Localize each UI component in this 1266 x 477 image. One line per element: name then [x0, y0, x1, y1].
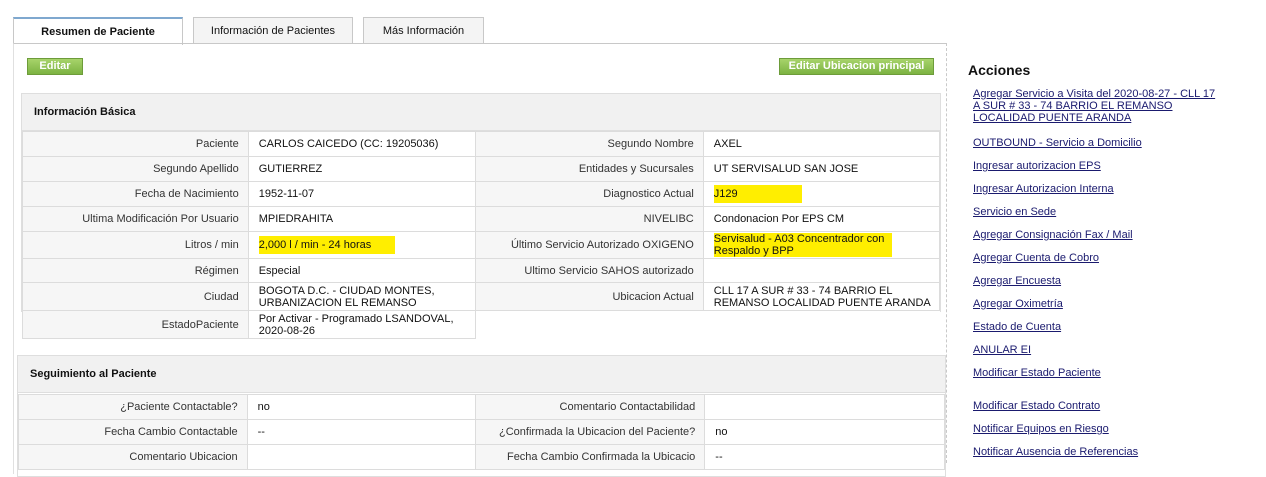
field-value: Especial — [247, 258, 477, 283]
field-value: GUTIERREZ — [247, 156, 477, 182]
empty-cell — [703, 310, 940, 339]
action-link[interactable]: Agregar Oximetría — [973, 298, 1063, 310]
field-value: -- — [704, 444, 945, 470]
field-label: Segundo Nombre — [475, 131, 704, 157]
panel-divider — [946, 43, 947, 463]
section-title: Información Básica — [34, 106, 136, 118]
field-value: Condonacion Por EPS CM — [702, 206, 941, 232]
table-row: Régimen Especial Ultimo Servicio SAHOS a… — [22, 258, 941, 283]
empty-cell — [475, 310, 704, 339]
field-value: Por Activar - Programado LSANDOVAL, 2020… — [247, 310, 477, 339]
table-row: Fecha Cambio Contactable -- ¿Confirmada … — [18, 419, 945, 445]
table-row: Litros / min 2,000 l / min - 24 horas Úl… — [22, 231, 941, 259]
table-row: Paciente CARLOS CAICEDO (CC: 19205036) S… — [22, 131, 941, 157]
table-row: Segundo Apellido GUTIERREZ Entidades y S… — [22, 156, 941, 182]
diagnosis-value: J129 — [713, 185, 802, 203]
field-value — [246, 444, 477, 470]
field-label: Diagnostico Actual — [475, 181, 704, 207]
field-value: BOGOTA D.C. - CIUDAD MONTES, URBANIZACIO… — [247, 282, 477, 311]
field-label: Fecha de Nacimiento — [22, 181, 249, 207]
action-link[interactable]: Estado de Cuenta — [973, 321, 1061, 333]
section-header: Información Básica — [22, 94, 940, 131]
field-label: EstadoPaciente — [22, 310, 249, 339]
action-link[interactable]: Modificar Estado Paciente — [973, 367, 1101, 379]
field-value: no — [704, 419, 945, 445]
field-label: Entidades y Sucursales — [475, 156, 704, 182]
tab-bar: Resumen de Paciente Información de Pacie… — [13, 17, 488, 45]
table-row: Fecha de Nacimiento 1952-11-07 Diagnosti… — [22, 181, 941, 207]
field-value: MPIEDRAHITA — [247, 206, 477, 232]
field-value — [704, 394, 945, 420]
action-link[interactable]: Notificar Ausencia de Referencias — [973, 446, 1138, 458]
basic-info-section: Información Básica Paciente CARLOS CAICE… — [21, 93, 941, 339]
field-label: ¿Confirmada la Ubicacion del Paciente? — [475, 419, 706, 445]
field-label: Ultima Modificación Por Usuario — [22, 206, 249, 232]
action-link[interactable]: Ingresar autorizacion EPS — [973, 160, 1101, 172]
edit-button[interactable]: Editar — [27, 58, 83, 75]
tab-resumen-paciente[interactable]: Resumen de Paciente — [13, 17, 183, 45]
field-value: CLL 17 A SUR # 33 - 74 BARRIO EL REMANSO… — [702, 282, 941, 311]
field-label: Paciente — [22, 131, 249, 157]
tab-informacion-pacientes[interactable]: Información de Pacientes — [193, 17, 353, 43]
table-row: EstadoPaciente Por Activar - Programado … — [22, 310, 940, 339]
field-label: Comentario Ubicacion — [18, 444, 248, 470]
field-value: UT SERVISALUD SAN JOSE — [702, 156, 941, 182]
action-link[interactable]: Notificar Equipos en Riesgo — [973, 423, 1109, 435]
field-label: Segundo Apellido — [22, 156, 249, 182]
field-label: Ciudad — [22, 282, 249, 311]
section-title: Seguimiento al Paciente — [30, 368, 157, 380]
field-value — [702, 258, 941, 283]
field-value: 1952-11-07 — [247, 181, 477, 207]
field-label: Fecha Cambio Contactable — [18, 419, 248, 445]
liters-value: 2,000 l / min - 24 horas — [258, 236, 395, 254]
tracking-table: ¿Paciente Contactable? no Comentario Con… — [18, 394, 945, 470]
field-label: ¿Paciente Contactable? — [18, 394, 248, 420]
edit-main-location-button[interactable]: Editar Ubicacion principal — [779, 58, 934, 75]
field-value-cell: Servisalud - A03 Concentrador con Respal… — [702, 231, 941, 259]
actions-title: Acciones — [968, 62, 1031, 78]
action-link[interactable]: ANULAR EI — [973, 344, 1031, 356]
action-link[interactable]: Servicio en Sede — [973, 206, 1056, 218]
field-label: NIVELIBC — [475, 206, 704, 232]
action-link[interactable]: Agregar Encuesta — [973, 275, 1061, 287]
basic-info-table: Paciente CARLOS CAICEDO (CC: 19205036) S… — [22, 131, 941, 339]
field-value: CARLOS CAICEDO (CC: 19205036) — [247, 131, 477, 157]
section-header: Seguimiento al Paciente — [18, 356, 945, 393]
field-value: AXEL — [702, 131, 941, 157]
action-link[interactable]: Agregar Servicio a Visita del 2020-08-27… — [973, 88, 1223, 124]
field-value: no — [246, 394, 477, 420]
action-link[interactable]: Agregar Cuenta de Cobro — [973, 252, 1099, 264]
action-link[interactable]: Ingresar Autorizacion Interna — [973, 183, 1114, 195]
table-row: Comentario Ubicacion Fecha Cambio Confir… — [18, 444, 945, 470]
field-label: Último Servicio Autorizado OXIGENO — [475, 231, 704, 259]
field-value-cell: 2,000 l / min - 24 horas — [247, 231, 477, 259]
table-row: ¿Paciente Contactable? no Comentario Con… — [18, 394, 945, 420]
action-link[interactable]: Agregar Consignación Fax / Mail — [973, 229, 1133, 241]
field-label: Ultimo Servicio SAHOS autorizado — [475, 258, 704, 283]
patient-tracking-section: Seguimiento al Paciente ¿Paciente Contac… — [17, 355, 946, 477]
field-label: Régimen — [22, 258, 249, 283]
action-link[interactable]: Modificar Estado Contrato — [973, 400, 1100, 412]
table-row: Ultima Modificación Por Usuario MPIEDRAH… — [22, 206, 941, 232]
field-value: -- — [246, 419, 477, 445]
action-link[interactable]: OUTBOUND - Servicio a Domicilio — [973, 137, 1142, 149]
field-value-cell: J129 — [702, 181, 941, 207]
field-label: Fecha Cambio Confirmada la Ubicacio — [475, 444, 706, 470]
field-label: Litros / min — [22, 231, 249, 259]
field-label: Comentario Contactabilidad — [475, 394, 706, 420]
field-label: Ubicacion Actual — [475, 282, 704, 311]
table-row: Ciudad BOGOTA D.C. - CIUDAD MONTES, URBA… — [22, 282, 941, 311]
last-oxygen-service-value: Servisalud - A03 Concentrador con Respal… — [713, 233, 892, 257]
tab-mas-informacion[interactable]: Más Información — [363, 17, 484, 43]
